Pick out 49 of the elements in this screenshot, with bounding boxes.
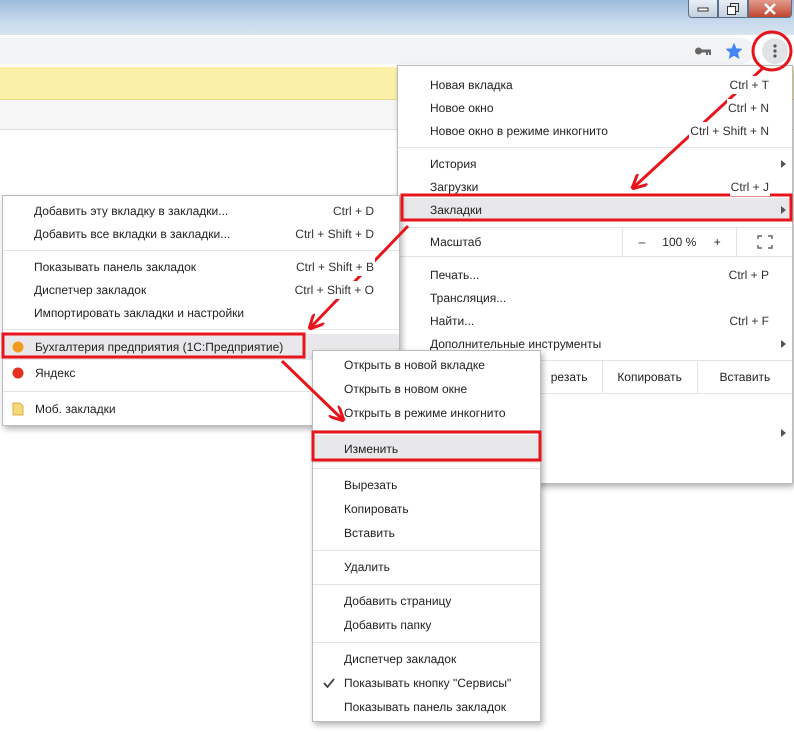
- zoom-value: 100 %: [661, 234, 698, 251]
- annotation-circle: [752, 30, 792, 72]
- zoom-in-button[interactable]: +: [698, 228, 736, 256]
- menu-item[interactable]: Добавить все вкладки в закладки... Ctrl + Shift + D: [3, 222, 399, 245]
- kebab-menu-icon: [773, 44, 777, 58]
- restore-icon: [727, 2, 739, 14]
- close-button[interactable]: [748, 0, 792, 18]
- menu-item[interactable]: Импортировать закладки и настройки: [3, 301, 399, 324]
- close-icon: [763, 2, 777, 14]
- key-icon[interactable]: [694, 46, 712, 56]
- menu-item[interactable]: Новая вкладка Ctrl + T: [398, 73, 792, 96]
- menu-item[interactable]: Трансляция...: [398, 286, 792, 309]
- annotation-arrow: [280, 360, 346, 423]
- menu-item[interactable]: Диспетчер закладок: [313, 647, 540, 671]
- menu-item[interactable]: Удалить: [313, 555, 540, 579]
- menu-item[interactable]: Показывать панель закладок: [313, 695, 540, 719]
- star-icon[interactable]: [726, 43, 742, 59]
- restore-button[interactable]: [718, 0, 748, 18]
- menu-item[interactable]: Новое окно в режиме инкогнито Ctrl + Shift + N: [398, 119, 792, 142]
- menu-item[interactable]: Диспетчер закладок Ctrl + Shift + O: [3, 278, 399, 301]
- menu-item[interactable]: Новое окно Ctrl + N: [398, 96, 792, 119]
- zoom-label: Масштаб: [429, 234, 482, 251]
- menu-item[interactable]: Добавить папку: [313, 613, 540, 637]
- menu-item[interactable]: Закладки: [398, 198, 792, 221]
- menu-item[interactable]: Добавить страницу: [313, 589, 540, 613]
- menu-item[interactable]: Копировать: [313, 497, 540, 521]
- menu-item[interactable]: Добавить эту вкладку в закладки... Ctrl + D: [3, 199, 399, 222]
- folder-icon: [11, 402, 25, 416]
- menu-button[interactable]: [762, 38, 788, 64]
- menu-item[interactable]: Вставить: [313, 521, 540, 545]
- edit-button[interactable]: Копировать: [602, 361, 697, 393]
- menu-item[interactable]: Найти... Ctrl + F: [398, 309, 792, 332]
- zoom-out-button[interactable]: –: [622, 228, 660, 256]
- menu-item[interactable]: Печать... Ctrl + P: [398, 263, 792, 286]
- menu-item[interactable]: Загрузки Ctrl + J: [398, 175, 792, 198]
- shortcut-label: Ctrl + Shift + N: [689, 122, 770, 140]
- shortcut-label: Ctrl + Shift + O: [294, 280, 375, 298]
- minimize-button[interactable]: [688, 0, 718, 18]
- shortcut-label: Ctrl + T: [728, 76, 770, 94]
- menu-item[interactable]: История: [398, 152, 792, 175]
- menu-item[interactable]: Показывать панель закладок Ctrl + Shift + B: [3, 255, 399, 278]
- minimize-icon: [697, 6, 709, 12]
- menu-item[interactable]: Открыть в режиме инкогнито: [313, 401, 540, 425]
- edit-button[interactable]: Вставить: [696, 361, 792, 393]
- menu-item[interactable]: Показывать кнопку "Сервисы": [313, 671, 540, 695]
- fullscreen-icon: [756, 235, 773, 249]
- shortcut-label: Ctrl + Shift + B: [294, 258, 375, 276]
- menu-item[interactable]: Вырезать: [313, 473, 540, 497]
- menu-item[interactable]: Дополнительные инструменты: [398, 332, 792, 355]
